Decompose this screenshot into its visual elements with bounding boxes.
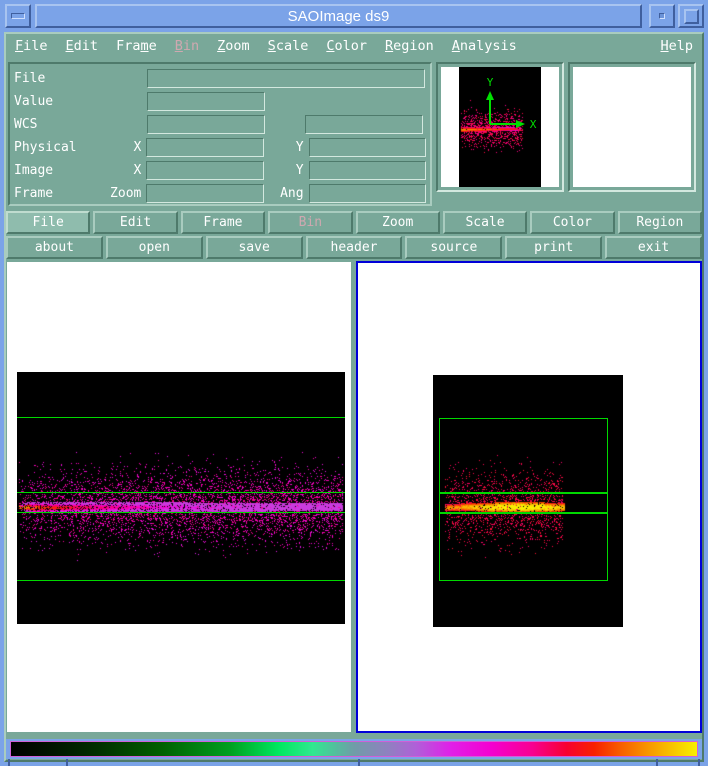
frame-1-canvas[interactable] (7, 262, 351, 732)
ds9-window: SAOImage ds9 File Edit Frame Bin Zoom Sc… (0, 0, 708, 766)
panner-image-data (459, 67, 541, 187)
button-zoom[interactable]: Zoom (355, 211, 440, 234)
window-maximize-button[interactable] (678, 4, 704, 28)
menu-help[interactable]: Help (651, 37, 702, 56)
info-label-value: Value (14, 93, 54, 109)
window-restore-button[interactable] (649, 4, 675, 28)
button-print[interactable]: print (505, 236, 603, 259)
info-value-zoom[interactable] (146, 184, 264, 203)
info-value-image-x[interactable] (146, 161, 264, 180)
button-bar-file-actions: about open save header source print exit (6, 236, 703, 259)
info-panel: File Value WCS Physical X Y Image X Y Fr… (8, 62, 432, 206)
button-source[interactable]: source (405, 236, 503, 259)
magnifier-canvas[interactable] (573, 67, 691, 187)
menu-file[interactable]: File (6, 37, 57, 56)
info-value-image-y[interactable] (308, 161, 426, 180)
restore-icon (659, 13, 665, 19)
frame-2-canvas[interactable] (358, 263, 700, 731)
colorbar[interactable] (10, 741, 698, 757)
frame-1-region-line-2[interactable] (17, 492, 345, 493)
info-sublabel-image-x: X (133, 162, 142, 178)
colorbar-tick (358, 759, 360, 766)
button-exit[interactable]: exit (605, 236, 703, 259)
menu-zoom[interactable]: Zoom (208, 37, 259, 56)
info-value-value[interactable] (147, 92, 265, 111)
button-header[interactable]: header (305, 236, 403, 259)
panner[interactable]: Y X (436, 62, 564, 192)
window-titlebar: SAOImage ds9 (0, 0, 708, 32)
panner-thumbnail (459, 67, 541, 187)
frame-area (6, 261, 702, 733)
colorbar-tick (656, 759, 658, 766)
info-sublabel-physical-y: Y (295, 139, 304, 155)
button-region[interactable]: Region (617, 211, 702, 234)
info-label-frame: Frame (14, 185, 54, 201)
frame-1-region-line-4[interactable] (17, 580, 345, 581)
frame-1-region-line-1[interactable] (17, 417, 345, 418)
button-save[interactable]: save (205, 236, 303, 259)
info-row-value: Value (14, 90, 426, 113)
button-color[interactable]: Color (530, 211, 615, 234)
button-edit[interactable]: Edit (93, 211, 178, 234)
info-value-wcs-y[interactable] (305, 115, 423, 134)
frame-2-region-box-bottom[interactable] (439, 513, 608, 581)
colorbar-container (6, 739, 702, 759)
info-row-file: File (14, 67, 426, 90)
frame-1-region-line-3[interactable] (17, 512, 345, 513)
info-row-image: Image X Y (14, 159, 426, 182)
button-file[interactable]: File (6, 211, 91, 234)
menu-color[interactable]: Color (317, 37, 376, 56)
frame-2-region-box-top[interactable] (439, 418, 608, 493)
maximize-icon (683, 8, 699, 24)
frame-2-region-box-mid[interactable] (439, 493, 608, 513)
menu-frame[interactable]: Frame (107, 37, 166, 56)
window-title-area: SAOImage ds9 (35, 4, 642, 28)
info-sublabel-ang: Ang (280, 185, 304, 201)
colorbar-tick (8, 759, 10, 766)
frame-2[interactable] (356, 261, 702, 733)
menu-analysis[interactable]: Analysis (443, 37, 526, 56)
menu-edit[interactable]: Edit (57, 37, 108, 56)
info-sublabel-zoom: Zoom (110, 185, 142, 201)
info-value-physical-x[interactable] (146, 138, 264, 157)
button-about[interactable]: about (6, 236, 103, 259)
frame-1-image (17, 372, 345, 624)
info-row-frame: Frame Zoom Ang (14, 182, 426, 205)
info-value-ang[interactable] (308, 184, 426, 203)
info-row-wcs: WCS (14, 113, 426, 136)
window-minimize-button[interactable] (5, 4, 31, 28)
button-bin: Bin (268, 211, 353, 234)
info-value-file[interactable] (147, 69, 425, 88)
info-sublabel-image-y: Y (295, 162, 304, 178)
colorbar-ticks (6, 759, 702, 766)
menu-scale[interactable]: Scale (259, 37, 318, 56)
frame-1-image-data (17, 372, 345, 624)
page-title: SAOImage ds9 (287, 7, 390, 25)
colorbar-tick (698, 759, 700, 766)
window-controls (646, 4, 704, 28)
frame-1[interactable] (6, 261, 352, 733)
button-frame[interactable]: Frame (180, 211, 266, 234)
info-row-physical: Physical X Y (14, 136, 426, 159)
button-scale[interactable]: Scale (442, 211, 528, 234)
menubar: File Edit Frame Bin Zoom Scale Color Reg… (6, 34, 702, 58)
button-bar-primary: File Edit Frame Bin Zoom Scale Color Reg… (6, 211, 702, 234)
info-label-wcs: WCS (14, 116, 38, 132)
menu-bin: Bin (174, 37, 200, 54)
info-label-physical: Physical (14, 139, 77, 155)
info-value-physical-y[interactable] (308, 138, 426, 157)
panner-canvas[interactable]: Y X (441, 67, 559, 187)
minimize-icon (11, 13, 25, 19)
menu-region[interactable]: Region (376, 37, 443, 56)
info-label-file: File (14, 70, 46, 86)
info-value-wcs-x[interactable] (147, 115, 265, 134)
colorbar-tick (66, 759, 68, 766)
button-open[interactable]: open (105, 236, 203, 259)
info-sublabel-physical-x: X (133, 139, 142, 155)
info-label-image: Image (14, 162, 54, 178)
magnifier[interactable] (568, 62, 696, 192)
